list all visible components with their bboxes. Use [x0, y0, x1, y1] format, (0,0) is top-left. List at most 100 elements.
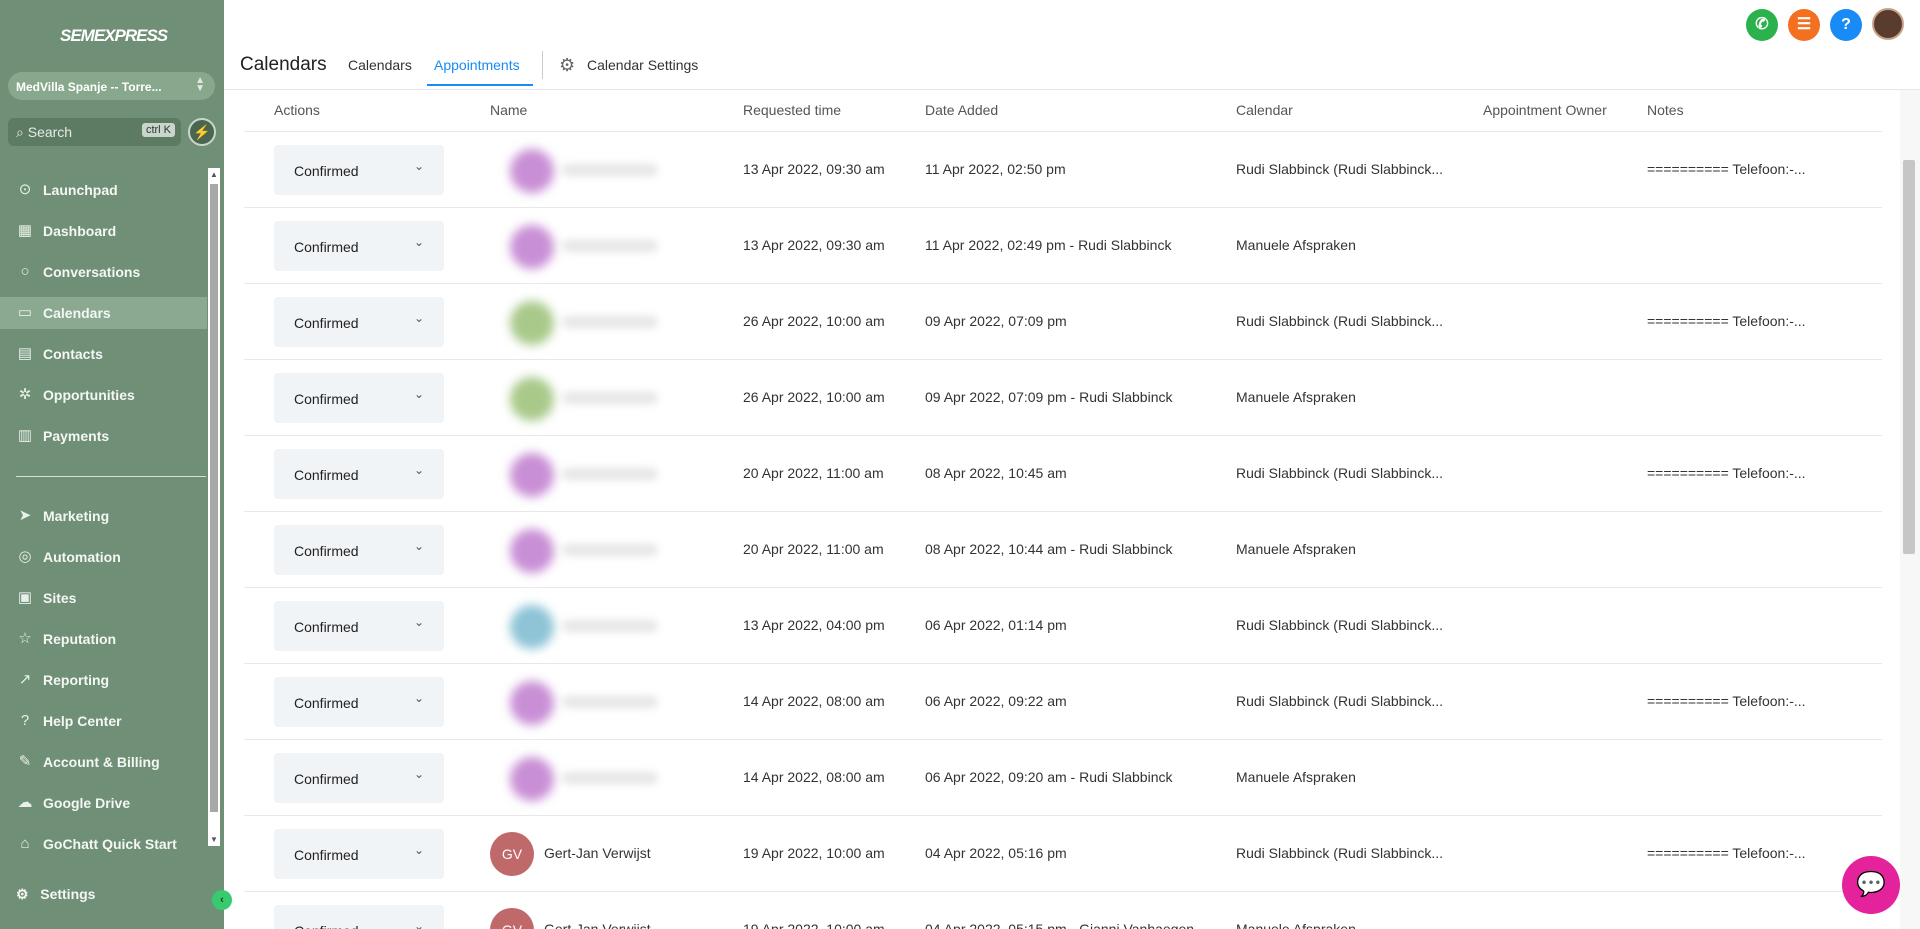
- sidebar-item-calendars[interactable]: ▭ Calendars: [0, 297, 207, 329]
- chevron-down-icon: ⌄: [413, 767, 424, 781]
- table-row[interactable]: Confirmed ⌄ 13 Apr 2022, 09:30 am 11 Apr 20…: [244, 208, 1882, 284]
- scroll-down-icon[interactable]: ▼: [210, 835, 218, 844]
- sidebar-scroll-thumb[interactable]: [210, 184, 218, 812]
- requested-time: 26 Apr 2022, 10:00 am: [743, 313, 885, 329]
- blurred-contact[interactable]: [490, 512, 706, 587]
- sidebar-item-label: Google Drive: [43, 795, 131, 811]
- sidebar-item-label: Payments: [43, 428, 110, 444]
- user-avatar[interactable]: [1872, 8, 1904, 40]
- main-scroll-thumb[interactable]: [1903, 160, 1915, 554]
- notes: ========== Telefoon:-...: [1647, 161, 1806, 177]
- table-row[interactable]: Confirmed ⌄ 13 Apr 2022, 09:30 am 11 Apr 20…: [244, 132, 1882, 208]
- sidebar-item-help-center[interactable]: ? Help Center: [0, 705, 207, 737]
- sidebar-item-reporting[interactable]: ↗ Reporting: [0, 664, 207, 696]
- question-icon: ?: [1841, 16, 1851, 33]
- blurred-contact[interactable]: [490, 208, 706, 283]
- sidebar-item-dashboard[interactable]: ▦ Dashboard: [0, 215, 207, 247]
- status-dropdown[interactable]: Confirmed ⌄: [274, 829, 444, 879]
- tab-divider: [542, 51, 543, 79]
- top-header: Calendars Calendars Appointments ⚙ Calen…: [224, 0, 1920, 90]
- calendar-name: Manuele Afspraken: [1236, 769, 1356, 785]
- column-header-name[interactable]: Name: [490, 102, 527, 118]
- contact-name[interactable]: Gert-Jan Verwijst: [544, 845, 651, 861]
- status-dropdown[interactable]: Confirmed ⌄: [274, 525, 444, 575]
- help-button[interactable]: ?: [1830, 9, 1862, 41]
- list-icon: ☰: [1796, 16, 1812, 33]
- sidebar-scrollbar[interactable]: ▲ ▼: [208, 168, 220, 846]
- question-icon: ?: [20, 712, 30, 729]
- status-dropdown[interactable]: Confirmed ⌄: [274, 145, 444, 195]
- company-logo[interactable]: SEMEXPRESS: [60, 16, 168, 56]
- sidebar-item-conversations[interactable]: ○ Conversations: [0, 256, 207, 288]
- blurred-contact[interactable]: [490, 664, 706, 739]
- sidebar-item-launchpad[interactable]: ⊙ Launchpad: [0, 174, 207, 206]
- column-header-date-added[interactable]: Date Added: [925, 102, 998, 118]
- column-header-appointment-owner[interactable]: Appointment Owner: [1483, 102, 1607, 118]
- table-row[interactable]: Confirmed ⌄ 14 Apr 2022, 08:00 am 06 Apr 20…: [244, 740, 1882, 816]
- status-value: Confirmed: [294, 923, 359, 929]
- scroll-up-icon[interactable]: ▲: [210, 170, 218, 179]
- contact-avatar[interactable]: GV: [490, 832, 534, 876]
- sidebar-item-settings[interactable]: ⚙ Settings: [16, 886, 95, 903]
- blurred-contact[interactable]: [490, 588, 706, 663]
- calendar-name: Rudi Slabbinck (Rudi Slabbinck...: [1236, 313, 1443, 329]
- contact-name-blurred: [562, 392, 658, 404]
- column-header-requested-time[interactable]: Requested time: [743, 102, 841, 118]
- sidebar-item-account-billing[interactable]: ✎ Account & Billing: [0, 746, 207, 778]
- sidebar-item-label: GoChatt Quick Start: [43, 836, 177, 852]
- phone-button[interactable]: ✆: [1746, 9, 1778, 41]
- search-input[interactable]: ⌕ Search ctrl K: [8, 118, 181, 146]
- status-dropdown[interactable]: Confirmed ⌄: [274, 601, 444, 651]
- main-scrollbar[interactable]: [1900, 90, 1920, 929]
- status-dropdown[interactable]: Confirmed ⌄: [274, 297, 444, 347]
- status-dropdown[interactable]: Confirmed ⌄: [274, 373, 444, 423]
- blurred-contact[interactable]: [490, 132, 706, 207]
- table-row[interactable]: Confirmed ⌄ 13 Apr 2022, 04:00 pm 06 Apr 20…: [244, 588, 1882, 664]
- calendar-name: Rudi Slabbinck (Rudi Slabbinck...: [1236, 617, 1443, 633]
- table-row[interactable]: Confirmed ⌄ 26 Apr 2022, 10:00 am 09 Apr 20…: [244, 360, 1882, 436]
- table-row[interactable]: Confirmed ⌄ 14 Apr 2022, 08:00 am 06 Apr 20…: [244, 664, 1882, 740]
- table-row[interactable]: Confirmed ⌄ GV Gert-Jan Verwijst 19 Apr 2022…: [244, 816, 1882, 892]
- sidebar-item-automation[interactable]: ◎ Automation: [0, 541, 207, 573]
- sidebar-item-reputation[interactable]: ☆ Reputation: [0, 623, 207, 655]
- blurred-contact[interactable]: [490, 740, 706, 815]
- table-row[interactable]: Confirmed ⌄ 20 Apr 2022, 11:00 am 08 Apr 20…: [244, 436, 1882, 512]
- sidebar-item-opportunities[interactable]: ✲ Opportunities: [0, 379, 207, 411]
- notes: ========== Telefoon:-...: [1647, 693, 1806, 709]
- sidebar-item-sites[interactable]: ▣ Sites: [0, 582, 207, 614]
- table-row[interactable]: Confirmed ⌄ 26 Apr 2022, 10:00 am 09 Apr 20…: [244, 284, 1882, 360]
- calendar-name: Manuele Afspraken: [1236, 237, 1356, 253]
- blurred-contact[interactable]: [490, 436, 706, 511]
- sidebar-item-marketing[interactable]: ➤ Marketing: [0, 500, 207, 532]
- column-header-calendar[interactable]: Calendar: [1236, 102, 1293, 118]
- blurred-contact[interactable]: [490, 360, 706, 435]
- tasks-button[interactable]: ☰: [1788, 9, 1820, 41]
- status-dropdown[interactable]: Confirmed ⌄: [274, 221, 444, 271]
- sidebar-item-contacts[interactable]: ▤ Contacts: [0, 338, 207, 370]
- status-dropdown[interactable]: Confirmed ⌄: [274, 449, 444, 499]
- contact-name[interactable]: Gert-Jan Verwijst: [544, 921, 651, 929]
- tab-calendars[interactable]: Calendars: [348, 57, 412, 73]
- contact-avatar[interactable]: GV: [490, 908, 534, 929]
- table-row[interactable]: Confirmed ⌄ GV Gert-Jan Verwijst 19 Apr 2022…: [244, 892, 1882, 929]
- status-dropdown[interactable]: Confirmed ⌄: [274, 677, 444, 727]
- location-switcher[interactable]: MedVilla Spanje -- Torre... ▲ ▼: [8, 72, 215, 100]
- chart-icon: ↗: [18, 671, 32, 688]
- blurred-contact[interactable]: [490, 284, 706, 359]
- sidebar-item-google-drive[interactable]: ☁ Google Drive: [0, 787, 207, 819]
- status-dropdown[interactable]: Confirmed ⌄: [274, 753, 444, 803]
- quick-actions-button[interactable]: ⚡: [188, 118, 216, 146]
- tab-calendar-settings[interactable]: Calendar Settings: [587, 57, 698, 73]
- sidebar-divider: [16, 476, 206, 477]
- sidebar-item-gochatt-quick-start[interactable]: ⌂ GoChatt Quick Start: [0, 828, 207, 860]
- sidebar-item-payments[interactable]: ▥ Payments: [0, 420, 207, 452]
- tab-appointments[interactable]: Appointments: [434, 57, 520, 73]
- collapse-sidebar-button[interactable]: ‹: [212, 890, 232, 910]
- status-value: Confirmed: [294, 695, 359, 711]
- chat-widget-button[interactable]: 💬: [1842, 856, 1900, 914]
- status-dropdown[interactable]: Confirmed ⌄: [274, 905, 444, 929]
- calendar-name: Rudi Slabbinck (Rudi Slabbinck...: [1236, 845, 1443, 861]
- contact-avatar: [510, 681, 554, 725]
- table-row[interactable]: Confirmed ⌄ 20 Apr 2022, 11:00 am 08 Apr 20…: [244, 512, 1882, 588]
- sidebar-item-label: Calendars: [43, 305, 111, 321]
